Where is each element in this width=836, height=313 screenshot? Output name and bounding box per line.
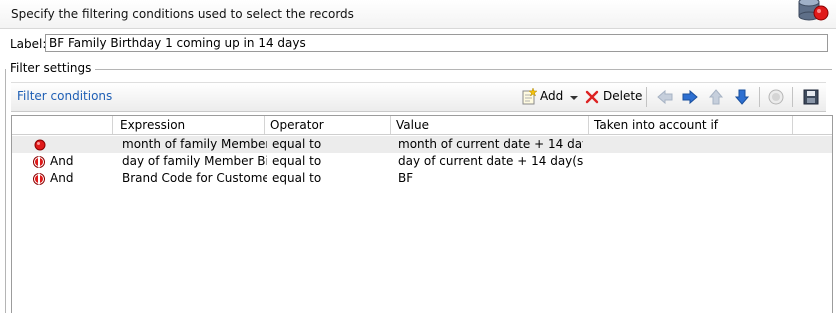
table-row[interactable]: And day of family Member Birt... equal t… bbox=[12, 153, 832, 170]
label-input[interactable] bbox=[45, 34, 828, 52]
arrow-right-icon[interactable] bbox=[681, 87, 699, 107]
filter-toolbar: Filter conditions Add Delete bbox=[11, 82, 826, 112]
column-operator[interactable]: Operator bbox=[270, 118, 324, 132]
arrow-left-icon[interactable] bbox=[656, 87, 674, 107]
column-taken-into-account[interactable]: Taken into account if bbox=[594, 118, 718, 132]
red-dot-icon bbox=[34, 139, 46, 151]
label-caption: Label: bbox=[10, 37, 47, 51]
row-operator: equal to bbox=[272, 137, 322, 151]
and-icon bbox=[33, 173, 45, 185]
row-connector: And bbox=[50, 171, 74, 185]
column-divider bbox=[390, 116, 391, 134]
filter-settings-title: Filter settings bbox=[10, 61, 96, 75]
column-divider bbox=[264, 116, 265, 134]
step-header: Specify the filtering conditions used to… bbox=[0, 0, 836, 29]
label-row: Label: bbox=[0, 33, 836, 55]
row-value: month of current date + 14 day(s) bbox=[398, 137, 583, 151]
toolbar-separator bbox=[646, 87, 647, 107]
delete-button-label[interactable]: Delete bbox=[603, 89, 642, 103]
toolbar-separator bbox=[792, 87, 793, 107]
row-expression: month of family Member B... bbox=[122, 137, 267, 151]
add-button-label[interactable]: Add bbox=[540, 89, 563, 103]
column-value[interactable]: Value bbox=[396, 118, 429, 132]
grid-header: Expression Operator Value Taken into acc… bbox=[12, 116, 832, 135]
arrow-down-icon[interactable] bbox=[734, 87, 750, 107]
dropdown-icon[interactable] bbox=[569, 87, 579, 107]
column-divider bbox=[588, 116, 589, 134]
row-value: BF bbox=[398, 171, 414, 185]
add-icon[interactable] bbox=[521, 87, 537, 107]
column-divider bbox=[792, 116, 793, 134]
group-border bbox=[5, 69, 6, 313]
and-icon bbox=[33, 156, 45, 168]
toolbar-separator bbox=[759, 87, 760, 107]
table-row[interactable]: And Brand Code for Customer ... equal to… bbox=[12, 170, 832, 187]
row-connector: And bbox=[50, 154, 74, 168]
database-icon bbox=[798, 0, 829, 21]
table-row[interactable]: month of family Member B... equal to mon… bbox=[12, 136, 832, 153]
conditions-grid: Expression Operator Value Taken into acc… bbox=[11, 115, 833, 313]
disable-icon[interactable] bbox=[767, 87, 785, 107]
delete-icon[interactable] bbox=[585, 87, 599, 107]
row-operator: equal to bbox=[272, 171, 322, 185]
row-expression: day of family Member Birt... bbox=[122, 154, 267, 168]
header-title: Specify the filtering conditions used to… bbox=[11, 7, 354, 21]
arrow-up-icon[interactable] bbox=[708, 87, 724, 107]
column-expression[interactable]: Expression bbox=[120, 118, 185, 132]
filter-conditions-title: Filter conditions bbox=[17, 89, 113, 103]
row-expression: Brand Code for Customer ... bbox=[122, 171, 267, 185]
save-icon[interactable] bbox=[802, 87, 820, 107]
group-divider bbox=[84, 69, 832, 70]
row-operator: equal to bbox=[272, 154, 322, 168]
column-divider bbox=[112, 116, 113, 134]
row-value: day of current date + 14 day(s) bbox=[398, 154, 583, 168]
